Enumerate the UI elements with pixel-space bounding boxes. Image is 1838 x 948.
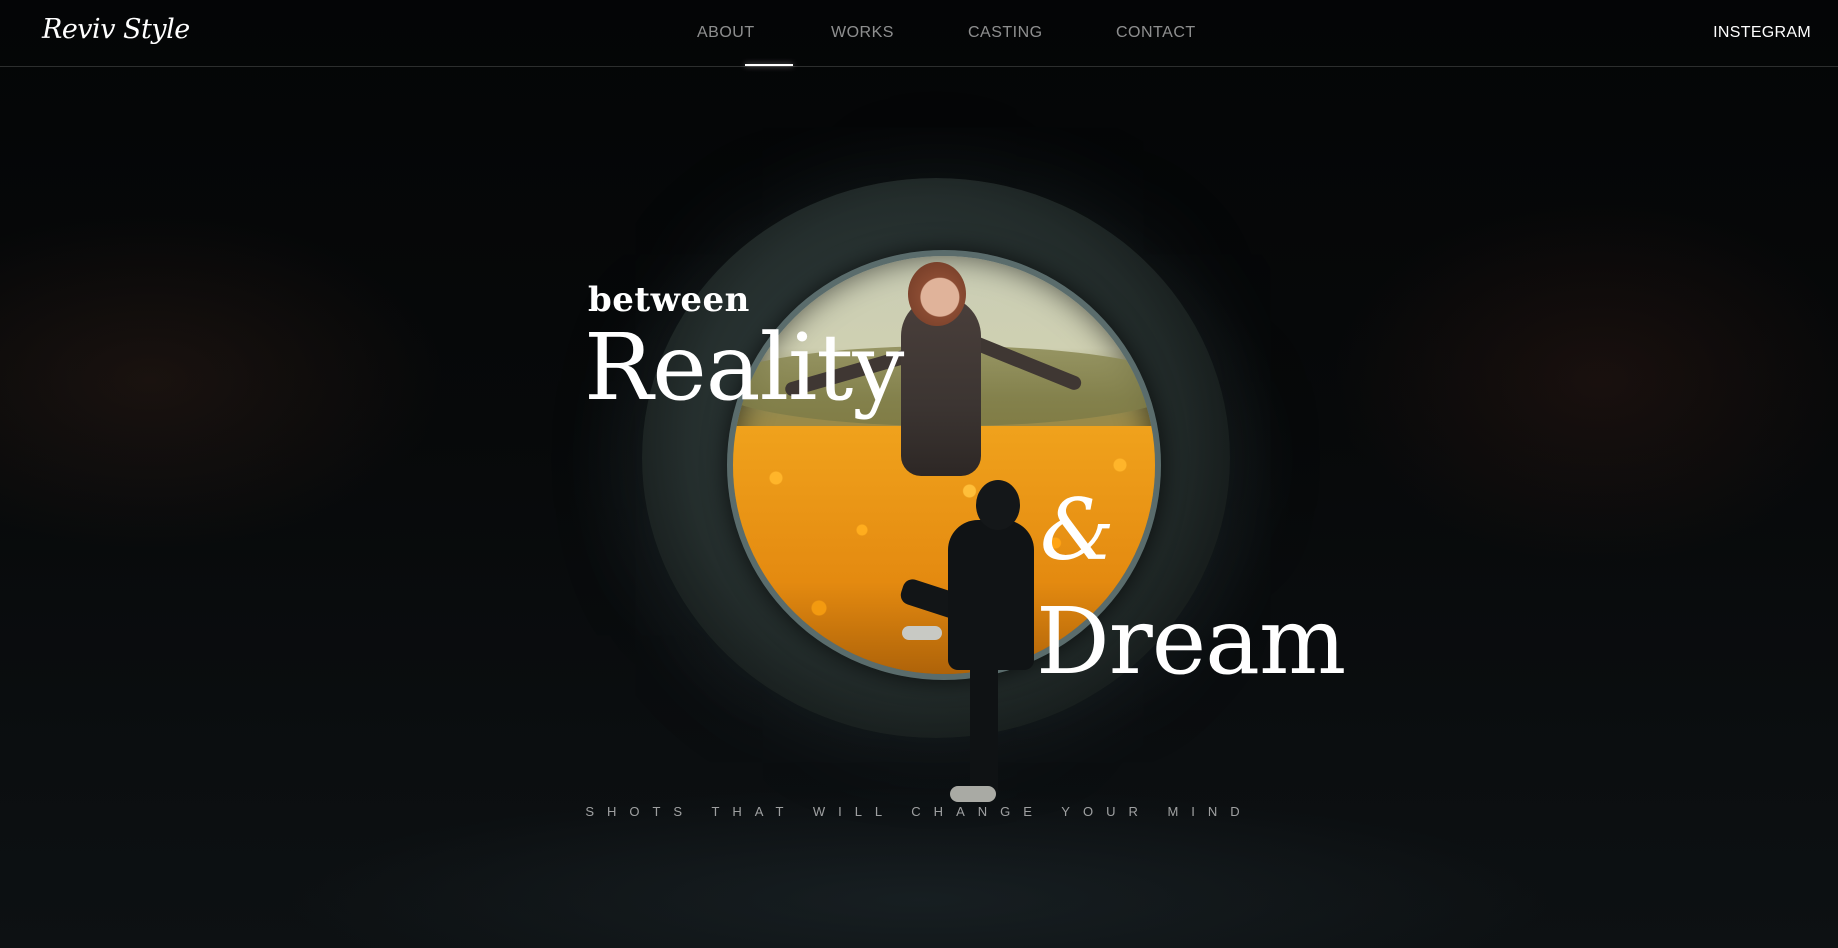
page: Reviv Style ABOUT WORKS CASTING CONTACT …	[0, 0, 1838, 948]
man-torso	[948, 520, 1034, 670]
nav-item-works[interactable]: WORKS	[831, 24, 894, 42]
headline-reality: Reality	[584, 314, 904, 421]
sitting-man-silhouette	[898, 480, 1050, 810]
main-nav: ABOUT WORKS CASTING CONTACT	[0, 24, 1838, 44]
man-shoe-lower	[950, 786, 996, 802]
instagram-link[interactable]: INSTEGRAM	[1713, 24, 1811, 42]
man-shoe	[902, 626, 942, 640]
nav-item-casting[interactable]: CASTING	[968, 24, 1043, 42]
hero-tagline: SHOTS THAT WILL CHANGE YOUR MIND	[585, 804, 1253, 819]
headline-dream: Dream	[1036, 588, 1346, 695]
nav-item-about[interactable]: ABOUT	[697, 24, 755, 42]
headline-ampersand: &	[1040, 481, 1115, 579]
active-nav-indicator	[745, 64, 793, 66]
woman-head	[908, 262, 966, 326]
man-head	[976, 480, 1020, 530]
top-navigation-bar: Reviv Style ABOUT WORKS CASTING CONTACT …	[0, 0, 1838, 67]
nav-item-contact[interactable]: CONTACT	[1116, 24, 1196, 42]
man-leg-hanging	[970, 650, 998, 800]
